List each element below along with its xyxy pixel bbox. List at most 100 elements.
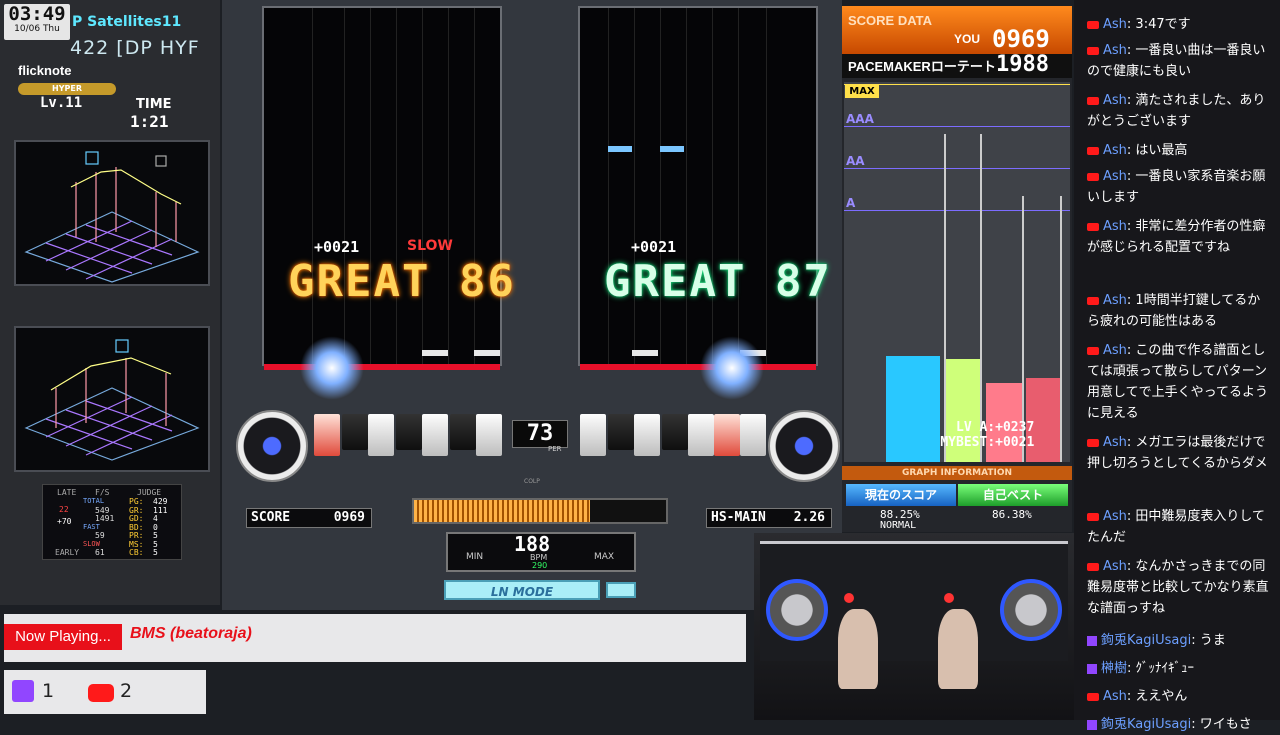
key-1p-2	[342, 414, 368, 450]
time-remaining: 1:21	[130, 112, 169, 131]
pacemaker-label: PACEMAKERローテート	[848, 59, 996, 74]
chat-username: Ash	[1103, 689, 1127, 704]
judge-row-key: CB:	[129, 548, 144, 557]
chat-message: Ash: 1時間半打鍵してるから疲れの可能性はある	[1087, 290, 1269, 332]
lane-area-1p	[262, 6, 502, 370]
slow-indicator: SLOW	[407, 238, 453, 254]
key-2p-6	[714, 414, 740, 456]
score-box: SCORE 0969	[246, 508, 372, 528]
chat-username: Ash	[1103, 93, 1127, 108]
turntable-2p-icon	[768, 410, 840, 482]
youtube-icon	[1087, 692, 1099, 701]
lv-a-diff: LV A:+0237	[956, 420, 1035, 435]
chat-message: Ash: 一番良い家系音楽お願いします	[1087, 166, 1269, 208]
youtube-viewer-count: 2	[120, 680, 133, 702]
best-score-label: 自己ベスト	[958, 484, 1068, 506]
viewer-counts: 1 2	[4, 670, 206, 714]
chat-message: Ash: この曲で作る譜面としては頑張って散らしてパターン用意してで上手くやって…	[1087, 340, 1269, 424]
judge-row-label: FAST	[83, 522, 100, 531]
chat-username: Ash	[1103, 343, 1127, 358]
twitch-icon	[1087, 719, 1097, 730]
visualizer-bottom	[14, 326, 210, 472]
rank-a: A	[846, 196, 856, 210]
graph-track	[980, 134, 982, 462]
green-number: 73	[512, 420, 568, 448]
key-1p-1	[314, 414, 340, 456]
chat-message: Ash: 非常に差分作者の性癖が感じられる配置ですね	[1087, 216, 1269, 258]
youtube-icon	[88, 684, 114, 702]
chat-message: Ash: はい最高	[1087, 140, 1269, 161]
chat-username: Ash	[1103, 219, 1127, 234]
youtube-icon	[1087, 346, 1099, 355]
difficulty-badge: HYPER	[18, 83, 116, 95]
chat-username: Ash	[1103, 559, 1127, 574]
bpm-min-label: MIN	[466, 552, 484, 562]
chat-text: うま	[1199, 633, 1226, 648]
song-title: P Satellites11	[72, 14, 182, 30]
bpm-max-label: MAX	[594, 552, 615, 562]
clock-time: 03:49	[8, 3, 66, 25]
chat-username: Ash	[1103, 509, 1127, 524]
key-1p-5	[422, 414, 448, 456]
song-artist: flicknote	[18, 63, 72, 78]
timing-offset-2p: +0021	[631, 238, 677, 256]
chat-message: 榊樹: ｸﾞｯﾅｲｷﾞｭｰ	[1087, 658, 1269, 679]
hit-flash-icon	[700, 336, 764, 400]
chat-message: Ash: メガエラは最後だけで押し切ろうとしてくるからダメ	[1087, 432, 1269, 474]
chat-message: Ash: ええやん	[1087, 686, 1269, 707]
youtube-icon	[1087, 20, 1099, 29]
score-data-title: SCORE DATA	[848, 13, 933, 28]
note	[422, 350, 448, 356]
lane-area-2p	[578, 6, 818, 370]
chat-text: はい最高	[1135, 143, 1188, 158]
chat-text: ワイもさ	[1199, 717, 1252, 732]
chat-text: ええやん	[1135, 689, 1188, 704]
hispeed-box: HS-MAIN 2.26	[706, 508, 832, 528]
late-value: 22	[59, 505, 69, 514]
timing-offset-1p: +0021	[314, 238, 360, 256]
youtube-icon	[1087, 96, 1099, 105]
graph-diff-text: LV A:+0237 MYBEST:+0021	[940, 420, 1035, 450]
offset-value: +70	[57, 517, 72, 526]
youtube-icon	[1087, 438, 1099, 447]
time-label: TIME	[136, 97, 172, 112]
button-light-icon	[844, 593, 854, 603]
twitch-viewer-count: 1	[42, 680, 55, 702]
judge-row-label: TOTAL	[83, 497, 105, 505]
key-2p-5	[688, 414, 714, 456]
chat-username: 榊樹	[1101, 661, 1128, 676]
mybest-diff: MYBEST:+0021	[940, 435, 1035, 450]
hispeed-value: 2.26	[793, 510, 825, 525]
bpm-sub: 290	[532, 561, 548, 570]
rank-aaa: AAA	[846, 112, 874, 126]
score-value: 0969	[333, 510, 365, 525]
controller-turntable-left-icon	[766, 579, 828, 641]
youtube-icon	[1087, 296, 1099, 305]
graph-track	[1060, 196, 1062, 462]
now-playing-text: BMS (beatoraja)	[130, 625, 252, 642]
youtube-icon	[1087, 46, 1099, 55]
chat-username: Ash	[1103, 435, 1127, 450]
controller-turntable-right-icon	[1000, 579, 1062, 641]
chat-message: Ash: 田中難易度表入りしてたんだ	[1087, 506, 1269, 548]
chat-username: Ash	[1103, 169, 1127, 184]
ln-mode-toggle	[606, 582, 636, 598]
clock: 03:49 10/06 Thu	[4, 4, 70, 40]
judge-row-value: 5	[153, 548, 158, 557]
chat-username: 鉤兎KagiUsagi	[1101, 717, 1192, 732]
chat-message: Ash: 満たされました、ありがとうございます	[1087, 90, 1269, 132]
graph-bar-current	[886, 356, 940, 462]
hit-flash-icon	[300, 336, 364, 400]
late-label: LATE	[57, 488, 77, 497]
chat-separator: :	[1191, 633, 1200, 648]
twitch-icon	[12, 680, 34, 702]
youtube-icon	[1087, 222, 1099, 231]
best-percent: 86.38%	[992, 508, 1032, 521]
you-label: YOU	[954, 32, 981, 46]
groove-gauge	[412, 498, 668, 524]
judge-counter: LATE F/S JUDGE 22 +70 EARLY TOTAL PG: 429 5…	[42, 484, 182, 560]
graph-information: GRAPH INFORMATION	[842, 466, 1072, 480]
note	[660, 146, 684, 152]
early-label: EARLY	[55, 548, 80, 557]
chat-username: Ash	[1103, 143, 1127, 158]
